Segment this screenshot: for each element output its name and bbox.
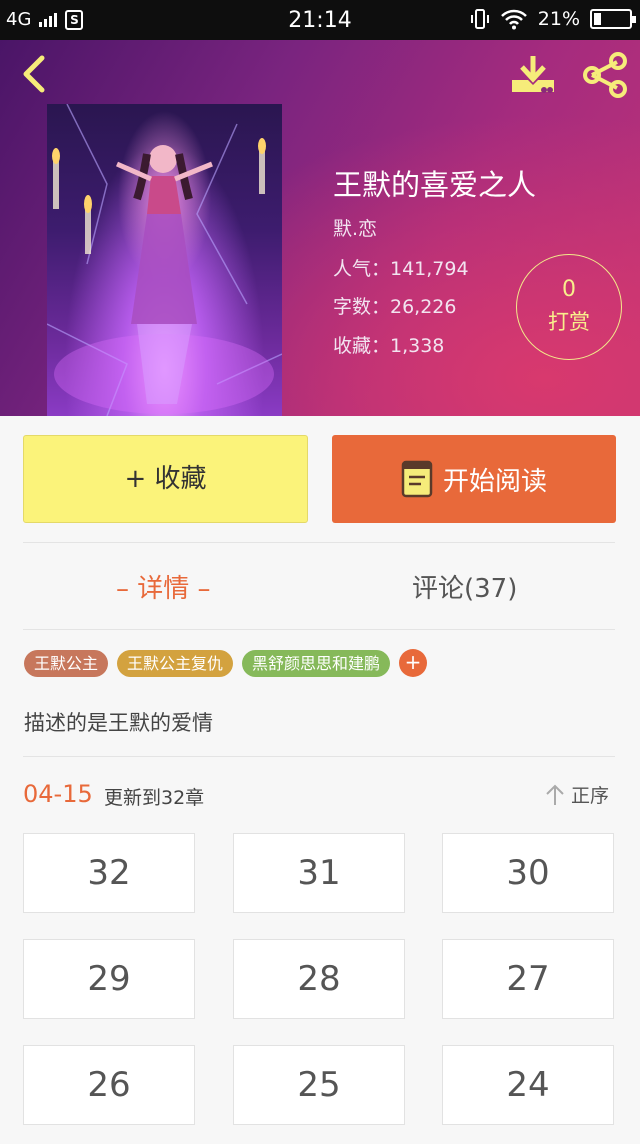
tag-item[interactable]: 王默公主 (24, 649, 109, 677)
tip-label: 打赏 (548, 310, 590, 334)
share-icon[interactable] (580, 52, 630, 98)
divider (23, 756, 615, 757)
word-count-stat: 字数：26,226 (333, 296, 457, 318)
favorites-stat: 收藏：1,338 (333, 335, 445, 357)
wifi-icon (500, 9, 527, 30)
divider (23, 629, 615, 630)
battery-percent: 21% (537, 8, 580, 30)
battery-icon (590, 9, 636, 29)
chapter-button[interactable]: 27 (442, 939, 614, 1019)
arrow-up-icon (546, 784, 564, 805)
tag-item[interactable]: 黑舒颜思思和建鹏 (242, 649, 391, 677)
tip-button[interactable]: 0 打赏 (516, 254, 622, 360)
vibrate-icon (470, 9, 489, 29)
book-description: 描述的是王默的爱情 (24, 711, 213, 735)
tab-detail[interactable]: – 详情 – (116, 568, 211, 605)
chapter-button[interactable]: 26 (23, 1045, 195, 1125)
add-to-favorites-button[interactable]: + 收藏 (23, 435, 308, 523)
book-icon (401, 460, 433, 498)
chapter-button[interactable]: 28 (233, 939, 405, 1019)
popularity-stat: 人气：141,794 (333, 258, 469, 280)
book-cover[interactable] (47, 104, 282, 416)
tab-comments[interactable]: 评论(37) (412, 568, 517, 605)
add-tag-button[interactable]: + (399, 649, 428, 677)
start-reading-button[interactable]: 开始阅读 (332, 435, 616, 523)
tag-item[interactable]: 王默公主复仇 (117, 649, 234, 677)
tip-count: 0 (562, 277, 576, 302)
book-author[interactable]: 默.恋 (333, 214, 377, 241)
status-bar: 4G S 21:14 21% (0, 0, 640, 40)
book-title: 王默的喜爱之人 (333, 168, 537, 202)
book-header: 王默的喜爱之人 默.恋 人气：141,794 字数：26,226 收藏：1,33… (0, 40, 640, 416)
chapter-button[interactable]: 31 (233, 833, 405, 913)
back-arrow-icon[interactable] (14, 52, 54, 96)
chapter-button[interactable]: 24 (442, 1045, 614, 1125)
divider (23, 542, 615, 543)
start-reading-label: 开始阅读 (442, 466, 547, 497)
update-date: 04-15 (23, 780, 93, 808)
chapter-button[interactable]: 29 (23, 939, 195, 1019)
tag-list: 王默公主 王默公主复仇 黑舒颜思思和建鹏 + (24, 649, 428, 677)
chapter-button[interactable]: 25 (233, 1045, 405, 1125)
chapter-button[interactable]: 30 (442, 833, 614, 913)
download-icon[interactable] (508, 52, 558, 98)
sort-toggle[interactable]: 正序 (545, 781, 609, 808)
chapter-button[interactable]: 32 (23, 833, 195, 913)
sort-label: 正序 (571, 785, 610, 807)
update-text: 更新到32章 (104, 787, 205, 809)
